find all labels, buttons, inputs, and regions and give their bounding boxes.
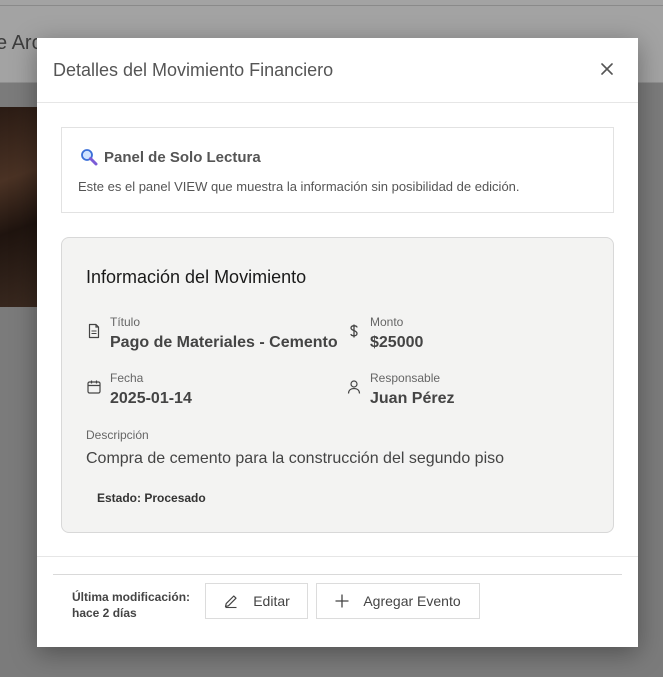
modal-title: Detalles del Movimiento Financiero bbox=[53, 60, 334, 80]
read-only-heading-text: Panel de Solo Lectura bbox=[104, 148, 261, 166]
user-icon bbox=[347, 380, 361, 394]
edit-button[interactable]: Editar bbox=[205, 583, 308, 619]
calendar-icon bbox=[87, 380, 101, 394]
add-event-button[interactable]: Agregar Evento bbox=[316, 583, 480, 619]
field-responsible-label: Responsable bbox=[370, 371, 441, 385]
field-amount-value: $25000 bbox=[370, 334, 424, 351]
edit-button-label: Editar bbox=[253, 593, 290, 609]
dollar-icon bbox=[350, 324, 358, 338]
field-amount-label: Monto bbox=[370, 315, 404, 329]
plus-icon bbox=[335, 594, 349, 608]
field-date-value: 2025-01-14 bbox=[110, 390, 192, 407]
footer-divider bbox=[37, 556, 638, 557]
field-responsible: Responsable Juan Pérez bbox=[346, 371, 454, 408]
last-modified-label: Última modificación: bbox=[72, 590, 191, 604]
read-only-description: Este es el panel VIEW que muestra la inf… bbox=[78, 179, 520, 194]
background-title: e Arc bbox=[0, 32, 42, 54]
add-event-button-label: Agregar Evento bbox=[363, 593, 461, 609]
background-photo bbox=[0, 107, 40, 307]
read-only-heading: Panel de Solo Lectura bbox=[80, 148, 261, 166]
footer-divider-inner bbox=[53, 574, 622, 575]
field-date-label: Fecha bbox=[110, 371, 144, 385]
modal-header: Detalles del Movimiento Financiero bbox=[37, 38, 638, 103]
field-amount: Monto $25000 bbox=[346, 315, 423, 352]
description-label: Descripción bbox=[86, 428, 149, 442]
status-badge: Estado: Procesado bbox=[97, 491, 206, 505]
close-icon bbox=[601, 63, 613, 75]
background-divider bbox=[0, 5, 663, 6]
read-only-panel: Panel de Solo Lectura Este es el panel V… bbox=[61, 127, 614, 213]
field-title: Título Pago de Materiales - Cemento bbox=[86, 315, 338, 352]
document-icon bbox=[88, 323, 100, 339]
field-date: Fecha 2025-01-14 bbox=[86, 371, 192, 408]
description-value: Compra de cemento para la construcción d… bbox=[86, 450, 505, 467]
field-responsible-value: Juan Pérez bbox=[370, 390, 455, 407]
movement-details-modal: Detalles del Movimiento Financiero Panel… bbox=[37, 38, 638, 647]
movement-info-card: Información del Movimiento Título Pago d… bbox=[61, 237, 614, 533]
close-button[interactable] bbox=[598, 60, 616, 78]
magnifier-icon bbox=[81, 149, 98, 166]
field-title-value: Pago de Materiales - Cemento bbox=[110, 334, 338, 351]
field-title-label: Título bbox=[110, 315, 141, 329]
last-modified-value: hace 2 días bbox=[72, 606, 137, 620]
last-modified: Última modificación: hace 2 días bbox=[72, 589, 202, 621]
pencil-icon bbox=[225, 595, 237, 609]
card-title: Información del Movimiento bbox=[86, 267, 307, 287]
